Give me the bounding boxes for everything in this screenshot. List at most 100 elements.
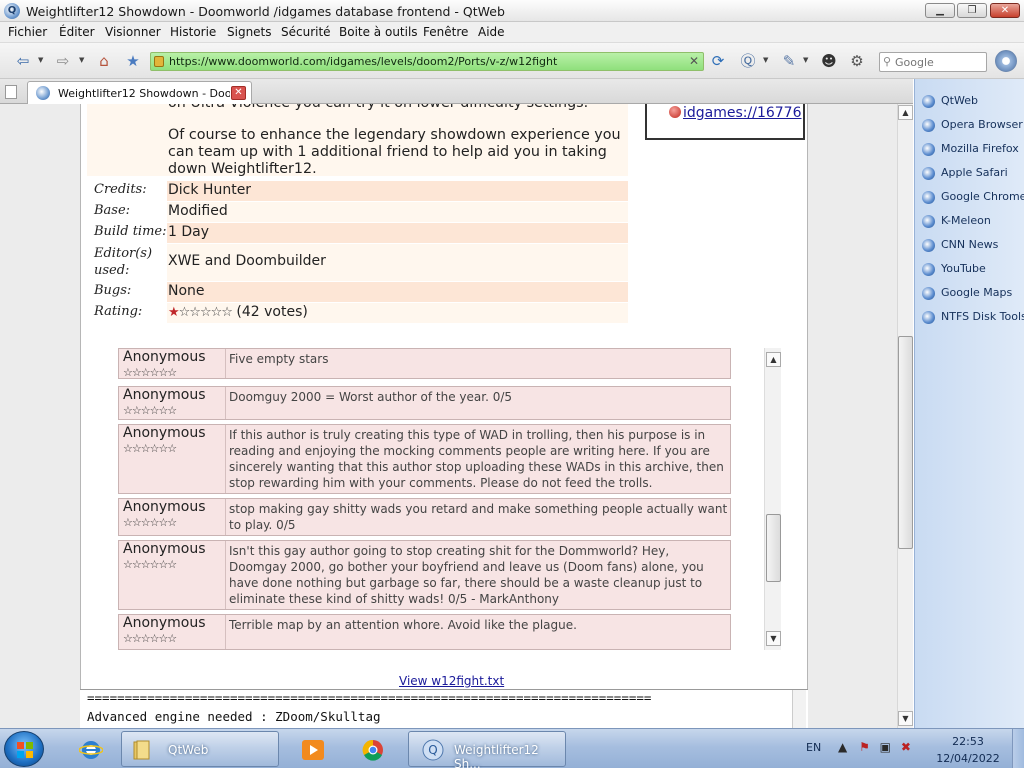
taskbar-internet-explorer[interactable]	[66, 731, 114, 767]
globe-icon	[922, 119, 935, 132]
description-partial-line: on Ultra-Violence you can try it on lowe…	[168, 104, 628, 112]
comment-rating-stars: ☆☆☆☆☆☆	[123, 632, 177, 645]
maximize-button[interactable]: ❐	[957, 3, 987, 18]
url-text[interactable]: https://www.doomworld.com/idgames/levels…	[169, 55, 557, 68]
show-hidden-icons-icon[interactable]: ▲	[838, 740, 847, 754]
menu-signets[interactable]: Signets	[227, 25, 272, 39]
info-label: Base:	[94, 203, 131, 218]
globe-icon	[922, 95, 935, 108]
menu-fichier[interactable]: Fichier	[8, 25, 47, 39]
comment-rating-stars: ☆☆☆☆☆☆	[123, 516, 177, 529]
taskbar-weightlifter12-window[interactable]: Q Weightlifter12 Sh...	[408, 731, 566, 768]
qtweb-icon: Q	[422, 739, 444, 761]
scroll-down-icon[interactable]: ▼	[766, 631, 781, 646]
search-box[interactable]: ⚲	[879, 52, 987, 72]
volume-muted-icon[interactable]: ✖	[901, 740, 911, 754]
menu-historie[interactable]: Historie	[170, 25, 216, 39]
page-scroll-thumb[interactable]	[898, 336, 913, 549]
bookmark-star-icon[interactable]: ★	[123, 52, 143, 70]
forward-dropdown-icon[interactable]: ▼	[79, 56, 84, 64]
clear-url-icon[interactable]: ✕	[689, 54, 699, 68]
page-scroll-down-icon[interactable]: ▼	[898, 711, 913, 726]
menu-aide[interactable]: Aide	[478, 25, 505, 39]
home-icon[interactable]: ⌂	[94, 52, 114, 70]
language-indicator[interactable]: EN	[806, 741, 821, 754]
bookmark-firefox[interactable]: Mozilla Firefox	[922, 141, 1022, 159]
rating-stars-icon[interactable]: ★☆☆☆☆☆	[168, 305, 233, 320]
qtweb-menu-icon[interactable]: Ⓠ	[737, 52, 759, 70]
qtweb-dropdown-icon[interactable]: ▼	[763, 56, 768, 64]
tab-weightlifter12[interactable]: Weightlifter12 Showdown - Doom... ✕	[27, 81, 252, 104]
reload-icon[interactable]: ⟳	[707, 52, 729, 70]
network-icon[interactable]: ▣	[880, 740, 891, 754]
menu-fenetre[interactable]: Fenêtre	[423, 25, 468, 39]
view-txt-link[interactable]: View w12fight.txt	[399, 674, 504, 688]
globe-icon	[922, 311, 935, 324]
menu-securite[interactable]: Sécurité	[281, 25, 331, 39]
back-dropdown-icon[interactable]: ▼	[38, 56, 43, 64]
comments-scrollbar[interactable]: ▲ ▼	[764, 348, 781, 650]
comment-text: Isn't this gay author going to stop crea…	[229, 544, 704, 606]
show-desktop-button[interactable]	[1012, 729, 1024, 768]
tools-dropdown-icon[interactable]: ▼	[803, 56, 808, 64]
bookmark-youtube[interactable]: YouTube	[922, 261, 1022, 279]
comments-scroll-thumb[interactable]	[766, 514, 781, 582]
address-bar[interactable]: https://www.doomworld.com/idgames/levels…	[150, 52, 704, 71]
txt-separator-line: ========================================…	[87, 690, 652, 705]
menu-visionner[interactable]: Visionner	[105, 25, 161, 39]
menu-editer[interactable]: Éditer	[59, 25, 95, 39]
windows-logo-icon	[17, 742, 33, 758]
bookmark-k-meleon[interactable]: K-Meleon	[922, 213, 1022, 231]
comment-row: Anonymous ☆☆☆☆☆☆ Isn't this gay author g…	[118, 540, 731, 610]
txt-scrollbar[interactable]	[792, 690, 806, 728]
info-row-credits: Credits: Dick Hunter	[87, 181, 628, 201]
bookmark-google-maps[interactable]: Google Maps	[922, 285, 1022, 303]
scroll-up-icon[interactable]: ▲	[766, 352, 781, 367]
bookmark-chrome[interactable]: Google Chrome	[922, 189, 1024, 207]
info-value: None	[167, 282, 628, 302]
bookmark-safari[interactable]: Apple Safari	[922, 165, 1022, 183]
page-margin-right	[808, 104, 897, 728]
qtweb-options-icon[interactable]	[995, 50, 1017, 72]
minimize-button[interactable]: ▁	[925, 3, 955, 18]
start-button[interactable]	[4, 731, 44, 767]
info-label: Credits:	[94, 182, 147, 197]
txt-file-box[interactable]: ========================================…	[80, 689, 808, 728]
back-icon[interactable]: ⇦	[12, 52, 34, 70]
comment-text: Doomguy 2000 = Worst author of the year.…	[229, 390, 513, 404]
taskbar-chrome[interactable]	[347, 731, 399, 767]
tab-close-icon[interactable]: ✕	[231, 86, 246, 100]
comment-author: Anonymous	[123, 349, 206, 365]
action-center-flag-icon[interactable]: ⚑	[859, 740, 870, 754]
bookmark-opera[interactable]: Opera Browser	[922, 117, 1023, 135]
clock-time[interactable]: 22:53	[933, 735, 1003, 748]
settings-icon[interactable]: ⚙	[846, 52, 868, 70]
idgames-link[interactable]: idgames://16776	[683, 105, 801, 121]
svg-text:Q: Q	[428, 743, 437, 757]
privacy-person-icon[interactable]: ☻	[818, 52, 840, 70]
bookmark-cnn[interactable]: CNN News	[922, 237, 1022, 255]
bookmark-ntfs-disk-tools[interactable]: NTFS Disk Tools	[922, 309, 1024, 327]
tools-wand-icon[interactable]: ✎	[778, 52, 800, 70]
page-scrollbar[interactable]: ▲ ▼	[897, 104, 913, 728]
clock-date[interactable]: 12/04/2022	[933, 752, 1003, 765]
menu-boite-a-outils[interactable]: Boite à outils	[339, 25, 418, 39]
taskbar-media-player[interactable]	[287, 731, 339, 767]
idgames-box: idgames://16776	[645, 104, 805, 140]
tab-favicon-icon	[36, 86, 50, 100]
page-scroll-up-icon[interactable]: ▲	[898, 105, 913, 120]
globe-icon	[922, 263, 935, 276]
comment-text: If this author is truly creating this ty…	[229, 428, 724, 490]
bookmark-qtweb[interactable]: QtWeb	[922, 93, 1022, 111]
info-row-editors: Editor(s) used: XWE and Doombuilder	[87, 244, 628, 281]
tray-icons[interactable]: ▲ ⚑ ▣ ✖	[838, 740, 911, 754]
forward-icon[interactable]: ⇨	[52, 52, 74, 70]
taskbar-qtweb-folder[interactable]: QtWeb	[121, 731, 279, 767]
search-input[interactable]	[895, 55, 983, 69]
new-tab-icon[interactable]	[5, 85, 17, 99]
info-label: Bugs:	[94, 283, 132, 298]
comments-panel[interactable]: Anonymous ☆☆☆☆☆☆ Five empty stars Anonym…	[118, 348, 781, 650]
comment-rating-stars: ☆☆☆☆☆☆	[123, 404, 177, 417]
close-window-button[interactable]: ✕	[990, 3, 1020, 18]
window-title: Weightlifter12 Showdown - Doomworld /idg…	[26, 4, 505, 19]
